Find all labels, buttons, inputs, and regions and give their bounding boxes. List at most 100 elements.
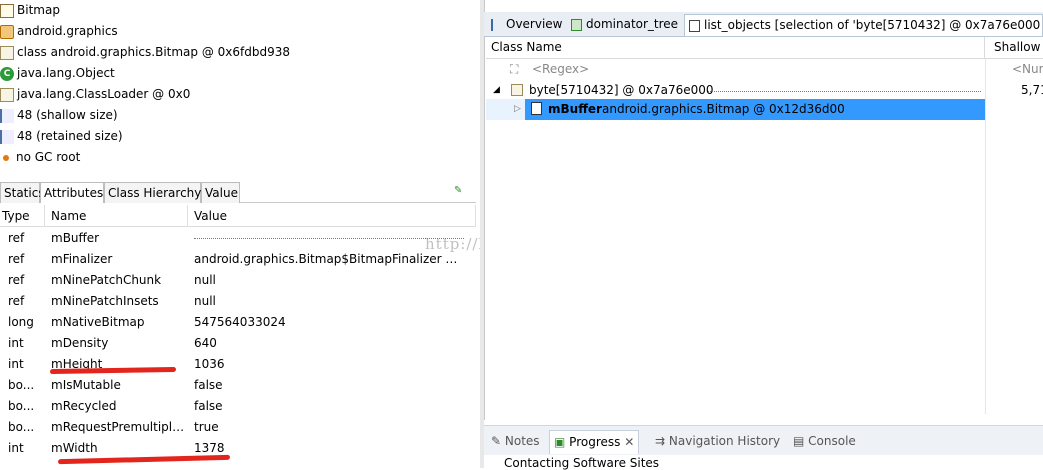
column-type[interactable]: Type	[0, 205, 45, 227]
column-shallow[interactable]: Shallow	[989, 37, 1043, 59]
child-class-label: android.graphics.Bitmap @ 0x12d36d00	[602, 102, 845, 116]
attr-type: int	[8, 441, 24, 455]
tab-list-objects-label: list_objects [selection of 'byte[5710432…	[704, 18, 1041, 32]
attr-name: mDensity	[51, 336, 109, 350]
tab-progress-label: Progress	[569, 435, 621, 449]
column-value[interactable]: Value	[188, 205, 476, 227]
attr-type: ref	[8, 294, 25, 308]
tab-navigation-label: Navigation History	[668, 434, 781, 448]
dominator-tree-icon	[571, 18, 582, 31]
class-short-name: Bitmap	[17, 3, 60, 17]
inspector-package-row: android.graphics	[0, 21, 118, 42]
num-filter-input[interactable]: <Num	[1012, 59, 1043, 79]
pin-icon[interactable]: ✎	[454, 186, 464, 196]
root-shallow-value: 5,71	[1021, 83, 1043, 97]
classloader-icon	[0, 87, 14, 102]
attributes-header: Type Name Value	[0, 205, 476, 227]
package-icon	[0, 24, 14, 39]
attr-name: mNinePatchInsets	[51, 294, 159, 308]
tab-list-objects[interactable]: list_objects [selection of 'byte[5710432…	[684, 14, 1043, 36]
attribute-row[interactable]: ref mNinePatchChunk null	[0, 270, 476, 291]
filter-icon: ⛶	[510, 62, 519, 76]
progress-icon: ▣	[554, 435, 566, 449]
tree-row-child[interactable]: ▷ mBuffer android.graphics.Bitmap @ 0x12…	[486, 99, 1043, 120]
tab-overview-label: Overview	[506, 17, 563, 31]
regex-filter-input[interactable]: <Regex>	[532, 59, 589, 79]
tab-console-label: Console	[808, 434, 856, 448]
tree-row-root[interactable]: ◢ byte[5710432] @ 0x7a76e000 5,71	[486, 80, 1043, 101]
tab-notes[interactable]: ✎ Notes	[487, 430, 544, 454]
attr-name: mNinePatchChunk	[51, 273, 162, 287]
bottom-view-tabs: ✎ Notes ▣ Progress ✕ ⇉ Navigation Histor…	[484, 425, 1043, 455]
class-object-icon	[0, 45, 14, 60]
attr-type: bo...	[8, 378, 35, 392]
package-name: android.graphics	[17, 24, 118, 38]
navigation-history-icon: ⇉	[655, 434, 666, 448]
attr-value: null	[194, 294, 216, 308]
filter-row[interactable]: ⛶ <Regex> <Num	[486, 59, 1043, 80]
collapse-icon[interactable]: ◢	[493, 80, 500, 100]
close-icon[interactable]: ✕	[624, 435, 634, 449]
inspector-shallow-row: 48 (shallow size)	[0, 105, 118, 126]
tab-navigation-history[interactable]: ⇉ Navigation History	[651, 430, 784, 454]
root-object-label: byte[5710432] @ 0x7a76e000	[529, 83, 714, 97]
tab-progress[interactable]: ▣ Progress ✕	[549, 430, 640, 454]
attr-name: mFinalizer	[51, 252, 113, 266]
class-file-icon	[0, 3, 14, 18]
attr-value: null	[194, 273, 216, 287]
attr-value: false	[194, 378, 223, 392]
overview-icon	[491, 18, 502, 31]
attr-value: true	[194, 420, 219, 434]
tab-statics[interactable]: Statics	[0, 182, 45, 203]
attribute-row[interactable]: int mDensity 640	[0, 333, 476, 354]
retained-size-label: 48 (retained size)	[17, 129, 123, 143]
attribute-row[interactable]: int mWidth 1378	[0, 438, 476, 459]
tab-class-hierarchy[interactable]: Class Hierarchy	[104, 182, 201, 203]
attr-type: ref	[8, 273, 25, 287]
tab-overview[interactable]: Overview	[487, 14, 567, 36]
tab-notes-label: Notes	[504, 434, 540, 448]
attr-type: long	[8, 315, 34, 329]
inspector-retained-row: 48 (retained size)	[0, 126, 123, 147]
retained-size-icon	[0, 129, 14, 144]
tab-dominator-label: dominator_tree	[586, 17, 679, 31]
inspector-tab-bar: Statics Attributes Class Hierarchy Value	[0, 181, 476, 203]
class-object-label: class android.graphics.Bitmap @ 0x6fdbd9…	[17, 45, 290, 59]
attribute-row[interactable]: bo... mRecycled false	[0, 396, 476, 417]
attr-type: ref	[8, 231, 25, 245]
column-name[interactable]: Name	[45, 205, 188, 227]
attr-name: mRecycled	[51, 399, 117, 413]
attr-value: 547564033024	[194, 315, 286, 329]
attr-type: bo...	[8, 399, 35, 413]
attr-value: false	[194, 399, 223, 413]
shallow-size-icon	[0, 108, 14, 123]
inspector-class-row: Bitmap	[0, 0, 60, 21]
inspector-superclass-row: Cjava.lang.Object	[0, 63, 115, 84]
tab-attributes[interactable]: Attributes	[40, 182, 104, 203]
gc-root-icon	[3, 154, 9, 161]
attribute-row[interactable]: long mNativeBitmap 547564033024	[0, 312, 476, 333]
expand-icon[interactable]: ▷	[514, 99, 521, 119]
attribute-row[interactable]: bo... mIsMutable false	[0, 375, 476, 396]
list-objects-icon	[689, 19, 700, 32]
inspector-class-object-row: class android.graphics.Bitmap @ 0x6fdbd9…	[0, 42, 290, 63]
attr-name: mBuffer	[51, 231, 100, 245]
column-class-name[interactable]: Class Name	[486, 37, 985, 59]
attr-value: 1036	[194, 357, 225, 371]
console-icon: ▤	[793, 434, 805, 448]
attr-value: 1378	[194, 441, 225, 455]
inspector-classloader-row: java.lang.ClassLoader @ 0x0	[0, 84, 190, 105]
attribute-row[interactable]: ref mBuffer	[0, 228, 476, 249]
attr-name: mIsMutable	[51, 378, 121, 392]
attribute-row[interactable]: ref mFinalizer android.graphics.Bitmap$B…	[0, 249, 476, 270]
tab-console[interactable]: ▤ Console	[789, 430, 860, 454]
attribute-row[interactable]: ref mNinePatchInsets null	[0, 291, 476, 312]
attr-type: bo...	[8, 420, 35, 434]
attr-type: int	[8, 336, 24, 350]
field-object-icon	[531, 102, 542, 115]
shallow-size-label: 48 (shallow size)	[17, 108, 118, 122]
tab-dominator-tree[interactable]: dominator_tree	[567, 14, 682, 36]
attribute-row[interactable]: bo... mRequestPremultipli... true	[0, 417, 476, 438]
tab-value[interactable]: Value	[201, 182, 240, 203]
array-object-icon	[511, 84, 523, 96]
